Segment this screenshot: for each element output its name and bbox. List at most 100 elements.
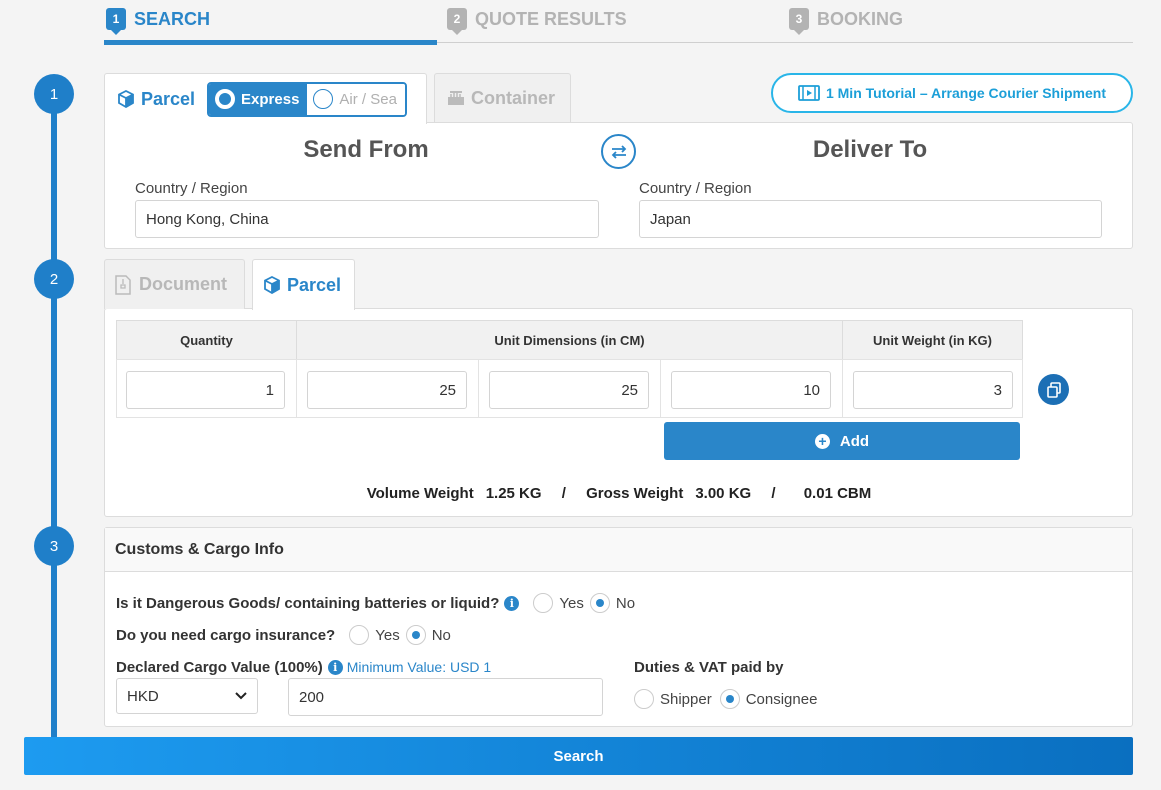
duties-shipper-option[interactable]: Shipper [634,689,712,709]
height-input[interactable]: 10 [671,371,831,409]
info-icon[interactable]: i [504,595,520,611]
duties-consignee-option[interactable]: Consignee [719,689,818,709]
tab-parcel-label: Parcel [141,88,196,109]
radio-button-selected [405,625,426,645]
document-icon [115,274,131,295]
declared-value-input[interactable]: 200 [288,678,603,716]
send-from-title: Send From [303,136,429,163]
duplicate-row-button[interactable] [1038,374,1069,405]
duties-label: Duties & VAT paid by [634,658,784,676]
shipper-label: Shipper [660,690,712,708]
dangerous-goods-question: Is it Dangerous Goods/ containing batter… [116,592,635,614]
yes-label: Yes [559,594,584,612]
summary-separator: / [771,485,776,502]
header-weight: Unit Weight (in KG) [842,320,1023,360]
step-quote-results[interactable]: 2 QUOTE RESULTS [447,8,627,35]
step-number: 1 [106,8,126,35]
container-icon [447,90,465,106]
volume-weight-label: Volume Weight [366,485,474,502]
progress-step-1: 1 [34,74,74,114]
step-booking[interactable]: 3 BOOKING [789,8,904,35]
mode-express-label: Express [241,90,300,108]
step-number: 2 [447,8,467,35]
tab-document-label: Document [139,274,228,294]
gross-weight-label: Gross Weight [586,485,684,502]
dangerous-no-option[interactable]: No [589,593,636,613]
consignee-label: Consignee [745,690,818,708]
tab-document[interactable]: Document [104,259,245,309]
radio-button [533,593,554,613]
progress-step-3: 3 [34,526,74,566]
box-icon [117,90,135,108]
progress-step-2: 2 [34,259,74,299]
cbm-value: 0.01 CBM [803,485,872,502]
tab-container-shipment[interactable]: Container [434,73,571,122]
mode-air-sea-option[interactable]: Air / Sea [307,83,405,115]
radio-icon [215,89,236,109]
step-label: BOOKING [817,8,904,29]
tab-parcel-package[interactable]: Parcel [252,259,355,310]
radio-button-selected [719,689,740,709]
radio-button [349,625,370,645]
duties-options: Shipper Consignee [620,688,817,710]
tab-parcel-label: Parcel [287,274,342,295]
radio-button [634,689,654,709]
progress-line [51,94,57,744]
yes-label: Yes [375,626,400,644]
plus-circle-icon: + [814,433,830,449]
step-search[interactable]: 1 SEARCH [106,8,211,35]
width-input[interactable]: 25 [489,371,649,409]
chevron-down-icon [235,692,247,700]
no-label: No [615,594,636,612]
gross-weight-value: 3.00 KG [695,485,752,502]
from-country-label: Country / Region [135,180,248,197]
step-number: 3 [789,8,809,35]
declared-value-question: Declared Cargo Value (100%) i Minimum Va… [116,657,491,677]
currency-select[interactable]: HKD [116,678,258,714]
header-quantity: Quantity [116,320,297,360]
mode-express-option[interactable]: Express [209,83,308,115]
tab-parcel-shipment[interactable]: Parcel Express Air / Sea [104,73,427,124]
radio-icon [313,89,334,109]
copy-icon [1046,381,1062,398]
header-dimensions: Unit Dimensions (in CM) [296,320,843,360]
info-icon[interactable]: i [327,659,343,675]
tutorial-label: 1 Min Tutorial – Arrange Courier Shipmen… [825,85,1107,101]
swap-button[interactable] [601,134,636,169]
customs-card-title: Customs & Cargo Info [105,528,1132,572]
declared-value-label: Declared Cargo Value (100%) [116,658,323,676]
to-country-label: Country / Region [639,180,752,197]
insurance-label: Do you need cargo insurance? [116,626,336,644]
tutorial-button[interactable]: 1 Min Tutorial – Arrange Courier Shipmen… [771,73,1133,113]
checkout-stepper: 1 SEARCH 2 QUOTE RESULTS 3 BOOKING [104,0,1133,46]
insurance-yes-option[interactable]: Yes [349,625,400,645]
from-country-input[interactable]: Hong Kong, China [135,200,599,238]
tab-container-label: Container [471,87,556,108]
shipping-mode-toggle: Express Air / Sea [207,81,407,117]
step-label: QUOTE RESULTS [475,8,627,29]
to-country-input[interactable]: Japan [639,200,1102,238]
quantity-input[interactable]: 1 [126,371,285,409]
summary-separator: / [561,485,566,502]
radio-button-selected [589,593,610,613]
search-button[interactable]: Search [24,737,1133,775]
no-label: No [431,626,451,644]
deliver-to-title: Deliver To [812,136,928,163]
mode-air-sea-label: Air / Sea [339,90,397,108]
currency-value: HKD [127,687,159,705]
add-package-button[interactable]: + Add [664,422,1020,460]
length-input[interactable]: 25 [307,371,467,409]
insurance-question: Do you need cargo insurance? Yes No [116,624,451,646]
weight-input[interactable]: 3 [853,371,1013,409]
step-label: SEARCH [134,8,211,29]
weight-summary: Volume Weight 1.25 KG / Gross Weight 3.00 … [105,485,1133,502]
declared-value-hint: Minimum Value: USD 1 [346,659,492,675]
swap-icon [610,144,628,159]
volume-weight-value: 1.25 KG [485,485,542,502]
stepper-active-indicator [104,40,437,45]
dangerous-yes-option[interactable]: Yes [533,593,584,613]
video-icon [798,85,820,101]
add-label: Add [839,432,870,450]
insurance-no-option[interactable]: No [405,625,451,645]
dangerous-goods-label: Is it Dangerous Goods/ containing batter… [116,594,500,612]
